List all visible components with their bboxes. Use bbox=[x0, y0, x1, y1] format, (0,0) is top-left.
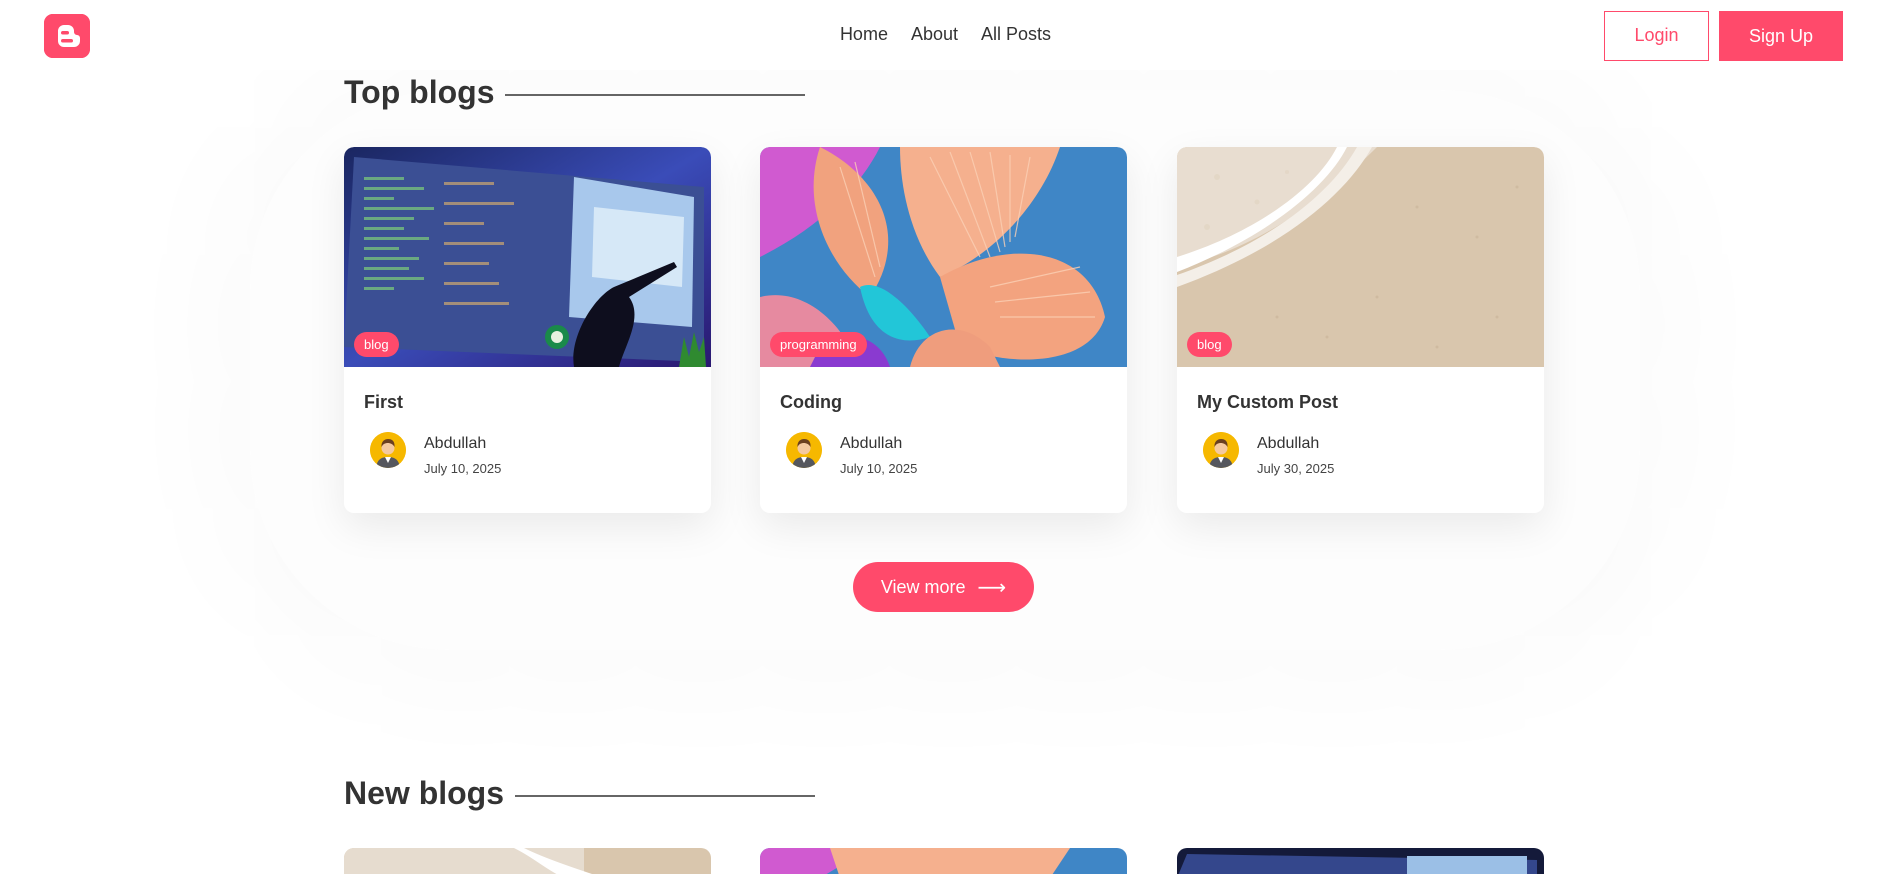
view-more-button[interactable]: View more ⟶ bbox=[853, 562, 1034, 612]
author-name: Abdullah bbox=[1257, 435, 1320, 452]
post-thumbnail[interactable]: programming bbox=[760, 147, 1127, 367]
signup-button[interactable]: Sign Up bbox=[1719, 11, 1843, 61]
blog-card[interactable]: programming Coding Abdullah July 10, 202… bbox=[760, 147, 1127, 513]
author-name: Abdullah bbox=[424, 435, 487, 452]
category-badge[interactable]: blog bbox=[1187, 332, 1232, 357]
nav-all-posts-link[interactable]: All Posts bbox=[981, 24, 1051, 45]
blog-card[interactable]: blog My Custom Post Abdullah July 30, 20… bbox=[1177, 147, 1544, 513]
post-title[interactable]: Coding bbox=[780, 392, 842, 413]
nav-about-link[interactable]: About bbox=[911, 24, 958, 45]
top-blogs-title: Top blogs bbox=[344, 74, 495, 110]
site-header: Home About All Posts Login Sign Up bbox=[0, 0, 1891, 70]
category-badge[interactable]: blog bbox=[354, 332, 399, 357]
post-thumbnail[interactable]: blog bbox=[1177, 147, 1544, 367]
author-name: Abdullah bbox=[840, 435, 903, 452]
arrow-right-icon: ⟶ bbox=[977, 576, 1007, 599]
blog-card[interactable]: blog First Abdullah July 10, 2025 bbox=[344, 147, 711, 513]
new-blogs-title: New blogs bbox=[344, 775, 505, 811]
blog-card-thumbnail[interactable] bbox=[1177, 848, 1544, 874]
nav-home-link[interactable]: Home bbox=[840, 24, 888, 45]
heading-divider bbox=[515, 794, 816, 797]
post-date: July 10, 2025 bbox=[840, 461, 918, 476]
author-avatar bbox=[370, 432, 406, 468]
new-blogs-heading: New blogs bbox=[344, 775, 816, 812]
post-title[interactable]: First bbox=[364, 392, 403, 413]
post-date: July 30, 2025 bbox=[1257, 461, 1335, 476]
login-button[interactable]: Login bbox=[1604, 11, 1709, 61]
post-thumbnail[interactable]: blog bbox=[344, 147, 711, 367]
post-title[interactable]: My Custom Post bbox=[1197, 392, 1338, 413]
top-blogs-heading: Top blogs bbox=[344, 74, 806, 111]
heading-divider bbox=[505, 93, 806, 96]
category-badge[interactable]: programming bbox=[770, 332, 867, 357]
author-avatar bbox=[786, 432, 822, 468]
blog-card-thumbnail[interactable] bbox=[344, 848, 711, 874]
post-date: July 10, 2025 bbox=[424, 461, 502, 476]
blog-card-thumbnail[interactable] bbox=[760, 848, 1127, 874]
view-more-label: View more bbox=[880, 576, 966, 597]
author-avatar bbox=[1203, 432, 1239, 468]
